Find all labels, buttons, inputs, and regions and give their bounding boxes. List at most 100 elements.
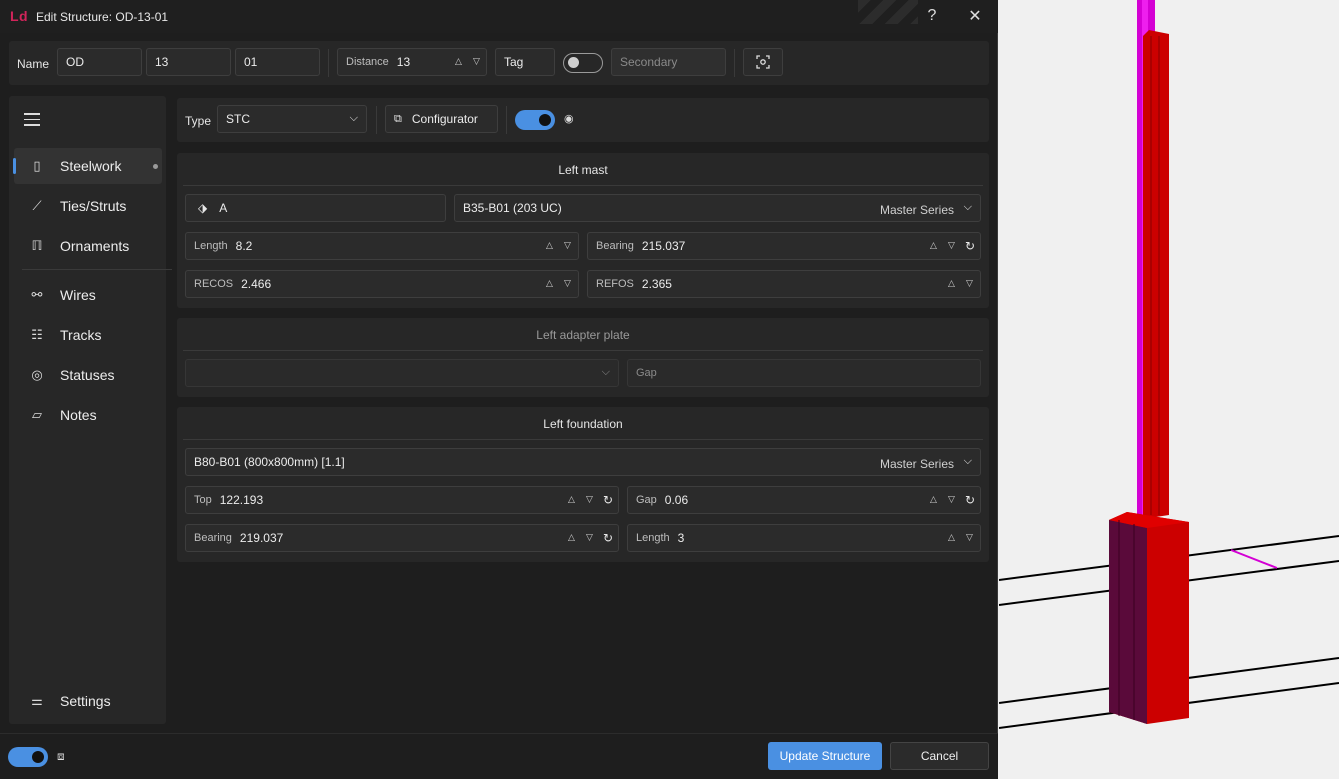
decrement-icon[interactable]: ▽ bbox=[948, 494, 955, 505]
mast-tag-input[interactable]: ⬗ A bbox=[185, 194, 446, 222]
increment-icon[interactable]: △ bbox=[455, 56, 462, 67]
reset-icon[interactable]: ↻ bbox=[965, 493, 975, 507]
sidebar-item-label: Ornaments bbox=[60, 238, 130, 254]
distance-field[interactable]: Distance 13 △ ▽ bbox=[337, 48, 487, 76]
help-button[interactable]: ? bbox=[920, 4, 944, 28]
close-button[interactable]: ✕ bbox=[963, 4, 987, 28]
sidebar-item-steelwork[interactable]: ▯ Steelwork bbox=[13, 148, 162, 184]
secondary-toggle[interactable] bbox=[563, 53, 603, 73]
footer-toggle[interactable] bbox=[8, 747, 48, 767]
foundation-select[interactable]: B80-B01 (800x800mm) [1.1] Master Series … bbox=[185, 448, 981, 476]
foundation-side bbox=[1109, 520, 1147, 724]
reset-icon[interactable]: ↻ bbox=[603, 531, 613, 545]
sidebar-item-label: Tracks bbox=[60, 327, 102, 343]
decrement-icon[interactable]: ▽ bbox=[564, 278, 571, 289]
decrement-icon[interactable]: ▽ bbox=[473, 56, 480, 67]
top-label: Top bbox=[194, 494, 212, 506]
sidebar-item-notes[interactable]: ▱ Notes bbox=[14, 397, 162, 433]
hamburger-icon[interactable] bbox=[24, 113, 40, 126]
red-mast bbox=[1143, 30, 1169, 518]
series-label: Master Series bbox=[879, 457, 954, 471]
increment-icon[interactable]: △ bbox=[568, 532, 575, 543]
help-icon: ? bbox=[927, 7, 937, 24]
left-foundation-section: Left foundation B80-B01 (800x800mm) [1.1… bbox=[177, 407, 989, 562]
update-structure-button[interactable]: Update Structure bbox=[768, 742, 882, 770]
decrement-icon[interactable]: ▽ bbox=[586, 532, 593, 543]
distance-value: 13 bbox=[396, 55, 411, 69]
toggle-knob bbox=[539, 114, 551, 126]
foundation-gap-field[interactable]: Gap 0.06 △ ▽ ↻ bbox=[627, 486, 981, 514]
name-part2-value: 13 bbox=[155, 55, 169, 69]
reset-icon[interactable]: ↻ bbox=[965, 239, 975, 253]
decrement-icon[interactable]: ▽ bbox=[966, 278, 973, 289]
increment-icon[interactable]: △ bbox=[568, 494, 575, 505]
decrement-icon[interactable]: ▽ bbox=[948, 240, 955, 251]
sidebar-item-statuses[interactable]: ◎ Statuses bbox=[14, 357, 162, 393]
top-value: 122.193 bbox=[219, 493, 264, 507]
cancel-button[interactable]: Cancel bbox=[890, 742, 989, 770]
length-value: 8.2 bbox=[235, 239, 253, 253]
mast-section-select[interactable]: B35-B01 (203 UC) Master Series ⌵ bbox=[454, 194, 981, 222]
configurator-button[interactable]: ⧉ Configurator bbox=[385, 105, 498, 133]
visibility-toggle[interactable] bbox=[515, 110, 555, 130]
decrement-icon[interactable]: ▽ bbox=[586, 494, 593, 505]
recos-label: RECOS bbox=[194, 278, 234, 290]
sidebar-item-label: Settings bbox=[60, 693, 111, 709]
sidebar-item-settings[interactable]: ⚌ Settings bbox=[14, 683, 162, 719]
dialog-footer: ⧈ Update Structure Cancel bbox=[0, 733, 998, 779]
ties-icon: ⟋ bbox=[32, 198, 42, 213]
section-title: Left adapter plate bbox=[536, 328, 630, 342]
recos-field[interactable]: RECOS 2.466 △ ▽ bbox=[185, 270, 579, 298]
3d-viewport[interactable] bbox=[999, 0, 1339, 779]
increment-icon[interactable]: △ bbox=[546, 240, 553, 251]
focus-view-button[interactable] bbox=[743, 48, 783, 76]
mast-tag-value: A bbox=[219, 201, 228, 215]
adapter-gap-input[interactable]: Gap bbox=[627, 359, 981, 387]
refos-field[interactable]: REFOS 2.365 △ ▽ bbox=[587, 270, 981, 298]
foundation-top-field[interactable]: Top 122.193 △ ▽ ↻ bbox=[185, 486, 619, 514]
increment-icon[interactable]: △ bbox=[930, 240, 937, 251]
bearing-value: 219.037 bbox=[239, 531, 284, 545]
chevron-down-icon: ⌵ bbox=[601, 366, 610, 378]
divider bbox=[183, 185, 983, 186]
type-select[interactable]: STC ⌵ bbox=[217, 105, 367, 133]
name-part1-value: OD bbox=[66, 55, 84, 69]
sidebar-item-tracks[interactable]: ☷ Tracks bbox=[14, 317, 162, 353]
foundation-bearing-field[interactable]: Bearing 219.037 △ ▽ ↻ bbox=[185, 524, 619, 552]
eye-icon: ◉ bbox=[564, 113, 574, 125]
edit-structure-dialog: Ld Edit Structure: OD-13-01 ? ✕ Name OD … bbox=[0, 0, 998, 779]
gap-label: Gap bbox=[636, 494, 657, 506]
refos-label: REFOS bbox=[596, 278, 634, 290]
bearing-label: Bearing bbox=[596, 240, 634, 252]
sidebar-item-wires[interactable]: ⚯ Wires bbox=[14, 277, 162, 313]
reset-icon[interactable]: ↻ bbox=[603, 493, 613, 507]
focus-icon bbox=[756, 55, 770, 69]
name-part1-input[interactable]: OD bbox=[57, 48, 142, 76]
magenta-wire bbox=[1230, 549, 1278, 569]
name-part3-input[interactable]: 01 bbox=[235, 48, 320, 76]
steelwork-icon: ▯ bbox=[33, 158, 41, 173]
increment-icon[interactable]: △ bbox=[546, 278, 553, 289]
increment-icon[interactable]: △ bbox=[948, 532, 955, 543]
name-toolbar: Name OD 13 01 Distance 13 △ ▽ Tag Second… bbox=[9, 41, 989, 85]
refos-value: 2.365 bbox=[641, 277, 672, 291]
decrement-icon[interactable]: ▽ bbox=[564, 240, 571, 251]
sidebar-item-label: Wires bbox=[60, 287, 96, 303]
tag-input[interactable]: Tag bbox=[495, 48, 555, 76]
mast-length-field[interactable]: Length 8.2 △ ▽ bbox=[185, 232, 579, 260]
secondary-input[interactable]: Secondary bbox=[611, 48, 726, 76]
title-bar: Ld Edit Structure: OD-13-01 ? ✕ bbox=[0, 0, 998, 33]
configurator-label: Configurator bbox=[411, 112, 478, 126]
decrement-icon[interactable]: ▽ bbox=[966, 532, 973, 543]
increment-icon[interactable]: △ bbox=[930, 494, 937, 505]
increment-icon[interactable]: △ bbox=[948, 278, 955, 289]
sidebar-item-ties-struts[interactable]: ⟋ Ties/Struts bbox=[14, 188, 162, 224]
preview-icon[interactable]: ⧈ bbox=[57, 749, 65, 764]
mast-bearing-field[interactable]: Bearing 215.037 △ ▽ ↻ bbox=[587, 232, 981, 260]
unsaved-dot bbox=[153, 164, 158, 169]
name-part2-input[interactable]: 13 bbox=[146, 48, 231, 76]
sidebar-item-ornaments[interactable]: ℿ Ornaments bbox=[14, 228, 162, 264]
foundation-length-field[interactable]: Length 3 △ ▽ bbox=[627, 524, 981, 552]
adapter-plate-select[interactable]: ⌵ bbox=[185, 359, 619, 387]
divider bbox=[734, 49, 735, 77]
